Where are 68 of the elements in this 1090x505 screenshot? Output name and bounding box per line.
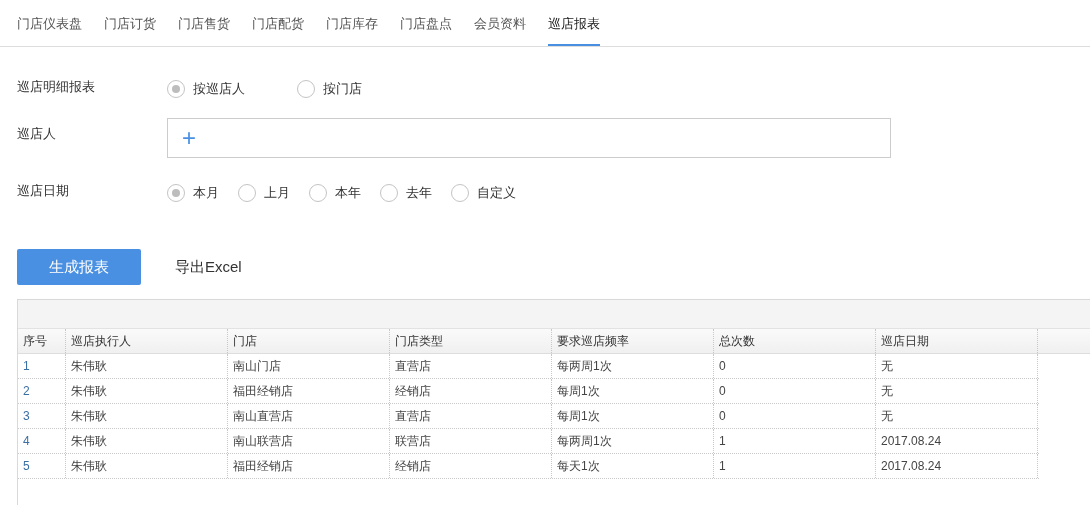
table-cell: 直营店 (390, 354, 552, 378)
table-cell: 1 (714, 429, 876, 453)
table-cell: 2017.08.24 (876, 429, 1038, 453)
column-header: 巡店执行人 (66, 329, 228, 353)
table-cell: 1 (18, 354, 66, 378)
radio-label: 本年 (335, 184, 361, 203)
radio-button[interactable] (451, 184, 469, 202)
column-header: 总次数 (714, 329, 876, 353)
radio-button[interactable] (167, 80, 185, 98)
table-cell: 朱伟耿 (66, 429, 228, 453)
radio-label: 去年 (406, 184, 432, 203)
table-cell: 经销店 (390, 454, 552, 478)
table-cell: 0 (714, 354, 876, 378)
table-cell: 每周1次 (552, 404, 714, 428)
table-cell: 朱伟耿 (66, 404, 228, 428)
column-header: 序号 (18, 329, 66, 353)
table-cell: 每天1次 (552, 454, 714, 478)
nav-tab[interactable]: 门店盘点 (400, 13, 452, 46)
table-cell: 南山门店 (228, 354, 390, 378)
radio-label: 按门店 (323, 80, 362, 99)
table-cell: 福田经销店 (228, 379, 390, 403)
nav-tab[interactable]: 门店售货 (178, 13, 230, 46)
table-cell: 每两周1次 (552, 354, 714, 378)
radio-button[interactable] (309, 184, 327, 202)
table-cell: 福田经销店 (228, 454, 390, 478)
export-excel-button[interactable]: 导出Excel (175, 255, 242, 279)
column-header: 门店 (228, 329, 390, 353)
table-cell: 南山直营店 (228, 404, 390, 428)
table-cell: 每周1次 (552, 379, 714, 403)
table-cell: 3 (18, 404, 66, 428)
radio-button[interactable] (238, 184, 256, 202)
table-cell: 无 (876, 404, 1038, 428)
table-cell: 南山联营店 (228, 429, 390, 453)
nav-tab[interactable]: 巡店报表 (548, 13, 600, 46)
table-cell: 0 (714, 404, 876, 428)
table-cell: 经销店 (390, 379, 552, 403)
field-label: 巡店人 (17, 125, 57, 144)
field-label: 巡店明细报表 (17, 78, 96, 97)
table-cell: 2017.08.24 (876, 454, 1038, 478)
nav-tab[interactable]: 会员资料 (474, 13, 526, 46)
table-cell: 直营店 (390, 404, 552, 428)
radio-label: 按巡店人 (193, 80, 245, 99)
column-header: 巡店日期 (876, 329, 1038, 353)
radio-label: 上月 (264, 184, 290, 203)
radio-button[interactable] (380, 184, 398, 202)
table-cell: 朱伟耿 (66, 379, 228, 403)
field-label: 巡店日期 (17, 182, 70, 201)
radio-button[interactable] (167, 184, 185, 202)
nav-tab[interactable]: 门店配货 (252, 13, 304, 46)
nav-tab[interactable]: 门店库存 (326, 13, 378, 46)
table-cell: 5 (18, 454, 66, 478)
table-cell: 0 (714, 379, 876, 403)
table-cell: 无 (876, 379, 1038, 403)
column-header: 要求巡店频率 (552, 329, 714, 353)
radio-button[interactable] (297, 80, 315, 98)
nav-tab[interactable]: 门店仪表盘 (17, 13, 82, 46)
table-cell: 联营店 (390, 429, 552, 453)
table-cell: 每两周1次 (552, 429, 714, 453)
table-cell: 1 (714, 454, 876, 478)
table-cell: 朱伟耿 (66, 454, 228, 478)
table-cell: 2 (18, 379, 66, 403)
table-cell: 无 (876, 354, 1038, 378)
table-cell: 朱伟耿 (66, 354, 228, 378)
nav-tab[interactable]: 门店订货 (104, 13, 156, 46)
table-cell: 4 (18, 429, 66, 453)
column-header: 门店类型 (390, 329, 552, 353)
radio-label: 本月 (193, 184, 219, 203)
radio-label: 自定义 (477, 184, 516, 203)
